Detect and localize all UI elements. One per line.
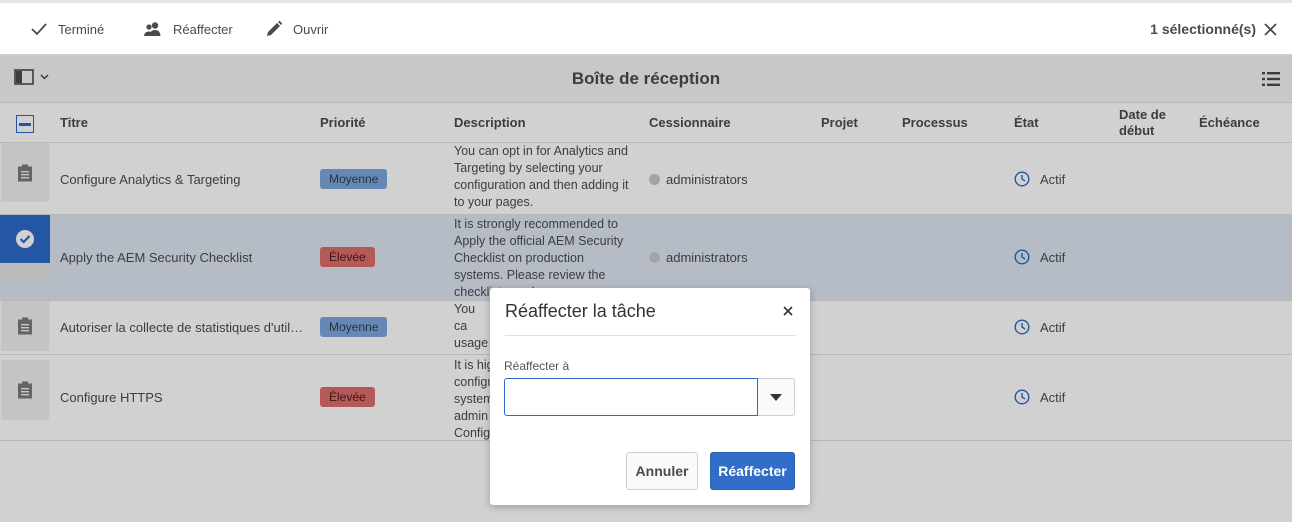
close-icon [783, 306, 793, 316]
dialog-divider [505, 335, 796, 336]
done-button[interactable]: Terminé [30, 3, 104, 55]
reassign-dialog: Réaffecter la tâche Réaffecter à Annuler… [490, 288, 810, 505]
open-button[interactable]: Ouvrir [265, 3, 328, 55]
done-label: Terminé [58, 21, 105, 37]
reassign-button[interactable]: Réaffecter [143, 3, 233, 55]
users-reassign-icon [144, 22, 161, 36]
action-bar: Terminé Réaffecter Ouvrir 1 sélectionné(… [0, 0, 1292, 55]
dialog-title: Réaffecter la tâche [505, 301, 656, 321]
dialog-close-button[interactable] [780, 303, 796, 319]
cancel-button[interactable]: Annuler [626, 452, 698, 490]
open-label: Ouvrir [293, 21, 329, 37]
close-selection-button[interactable] [1258, 17, 1282, 41]
close-icon [1263, 22, 1277, 36]
reassign-label: Réaffecter [173, 21, 233, 37]
pencil-icon [267, 20, 283, 36]
reassign-to-label: Réaffecter à [504, 359, 570, 373]
checkmark-icon [31, 23, 47, 36]
caret-down-icon [770, 393, 782, 401]
reassign-submit-button[interactable]: Réaffecter [710, 452, 795, 490]
selection-count: 1 sélectionné(s) [1150, 21, 1256, 37]
reassign-to-dropdown-button[interactable] [758, 378, 795, 416]
reassign-to-input[interactable] [504, 378, 758, 416]
